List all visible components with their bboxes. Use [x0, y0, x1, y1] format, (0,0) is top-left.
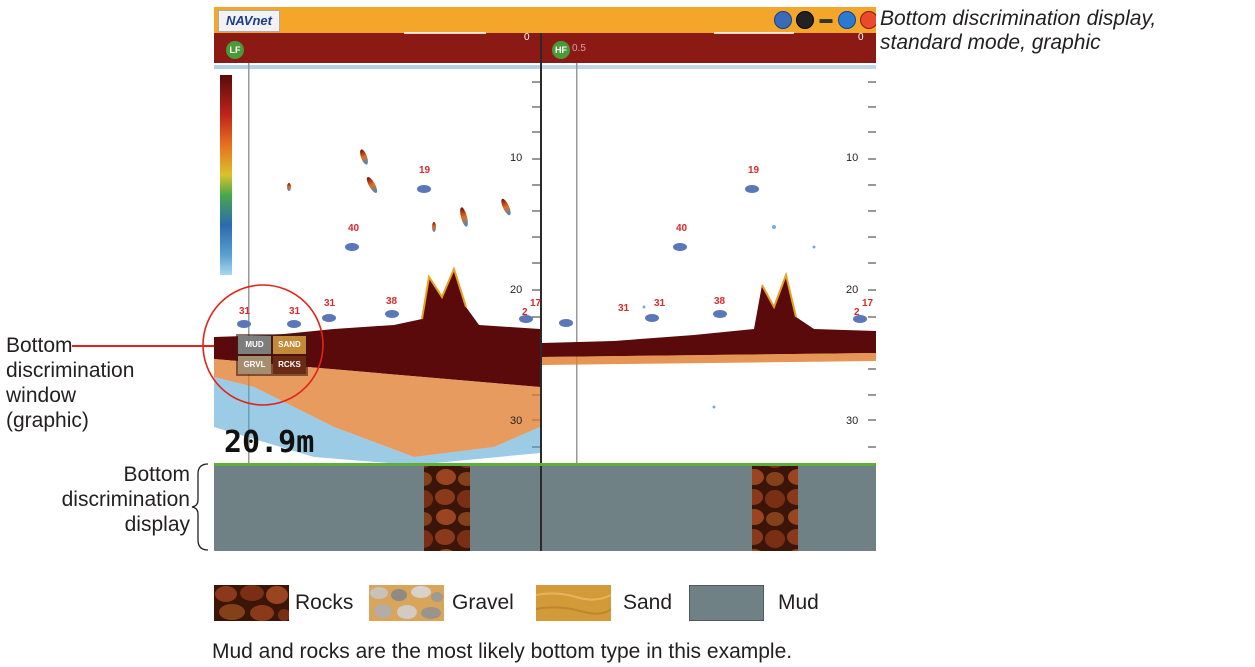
- gravel-swatch: [369, 585, 444, 621]
- rocks-swatch: [214, 585, 289, 621]
- ship-icon[interactable]: ▬: [818, 11, 834, 27]
- depth-mark-right-20: 20: [846, 284, 859, 296]
- depth-mark-left-10: 10: [510, 152, 523, 164]
- fish-label: 2: [854, 307, 860, 318]
- callout-window-line: window: [6, 384, 77, 407]
- header-icon-group: ▬: [774, 11, 876, 29]
- window-highlight-circle: [202, 284, 324, 406]
- depth-readout: 20.9m: [224, 425, 315, 460]
- callout-window-line: (graphic): [6, 409, 89, 432]
- rocks-column-right: [752, 466, 798, 551]
- callout-display-line: Bottom: [123, 463, 190, 486]
- callout-window-line: discrimination: [6, 359, 135, 382]
- sonar-screen[interactable]: NAVnet ▬ LF HF 0.5 0 10 20 30 0 10 20 30…: [214, 7, 876, 551]
- hf-range-label: 0.5: [572, 43, 586, 54]
- callout-display-brace: [191, 463, 209, 551]
- rocks-column-left: [424, 466, 470, 551]
- caption-title: Bottom discrimination display, standard …: [880, 7, 1250, 55]
- sonar-screen-graphic: [214, 7, 876, 551]
- fish-label: 17: [530, 298, 542, 309]
- callout-window-leader: [72, 345, 214, 347]
- legend: Rocks Gravel Sand Mud: [214, 585, 819, 621]
- fish-label: 2: [522, 307, 528, 318]
- fish-label: 19: [748, 165, 760, 176]
- caption-title-line: Bottom discrimination display,: [880, 7, 1157, 30]
- lf-badge[interactable]: LF: [226, 41, 244, 59]
- legend-label-rocks: Rocks: [295, 591, 354, 614]
- callout-display-line: display: [124, 513, 190, 536]
- caption-title-line: standard mode, graphic: [880, 31, 1101, 54]
- depth-mark-right-10: 10: [846, 152, 859, 164]
- globe-icon[interactable]: [838, 11, 856, 29]
- legend-label-mud: Mud: [778, 591, 819, 614]
- footnote: Mud and rocks are the most likely bottom…: [212, 640, 793, 663]
- fish-label: 40: [348, 223, 360, 234]
- depth-mark-left-30: 30: [510, 415, 523, 427]
- callout-display-line: discrimination: [61, 488, 190, 511]
- navnet-logo[interactable]: NAVnet: [218, 10, 280, 32]
- home-icon[interactable]: [774, 11, 792, 29]
- callout-display: Bottom discrimination display: [20, 462, 190, 537]
- fish-label: 31: [654, 298, 666, 309]
- sand-swatch: [536, 585, 611, 621]
- mud-swatch: [689, 585, 764, 621]
- legend-label-sand: Sand: [623, 591, 673, 614]
- compass-icon[interactable]: [796, 11, 814, 29]
- fish-label: 40: [676, 223, 688, 234]
- depth-mark-left-20: 20: [510, 284, 523, 296]
- fish-label: 31: [618, 303, 630, 314]
- fish-label: 38: [386, 296, 398, 307]
- depth-mark-right-30: 30: [846, 415, 859, 427]
- power-icon[interactable]: [860, 11, 876, 29]
- fish-label: 19: [419, 165, 431, 176]
- fish-label: 17: [862, 298, 874, 309]
- fish-label: 38: [714, 296, 726, 307]
- color-scale-bar: [220, 75, 232, 275]
- depth-mark-left-0: 0: [524, 32, 530, 43]
- callout-window: Bottom discrimination window (graphic): [6, 333, 134, 433]
- hf-badge[interactable]: HF: [552, 41, 570, 59]
- legend-label-gravel: Gravel: [452, 591, 514, 614]
- depth-mark-right-0: 0: [858, 32, 864, 43]
